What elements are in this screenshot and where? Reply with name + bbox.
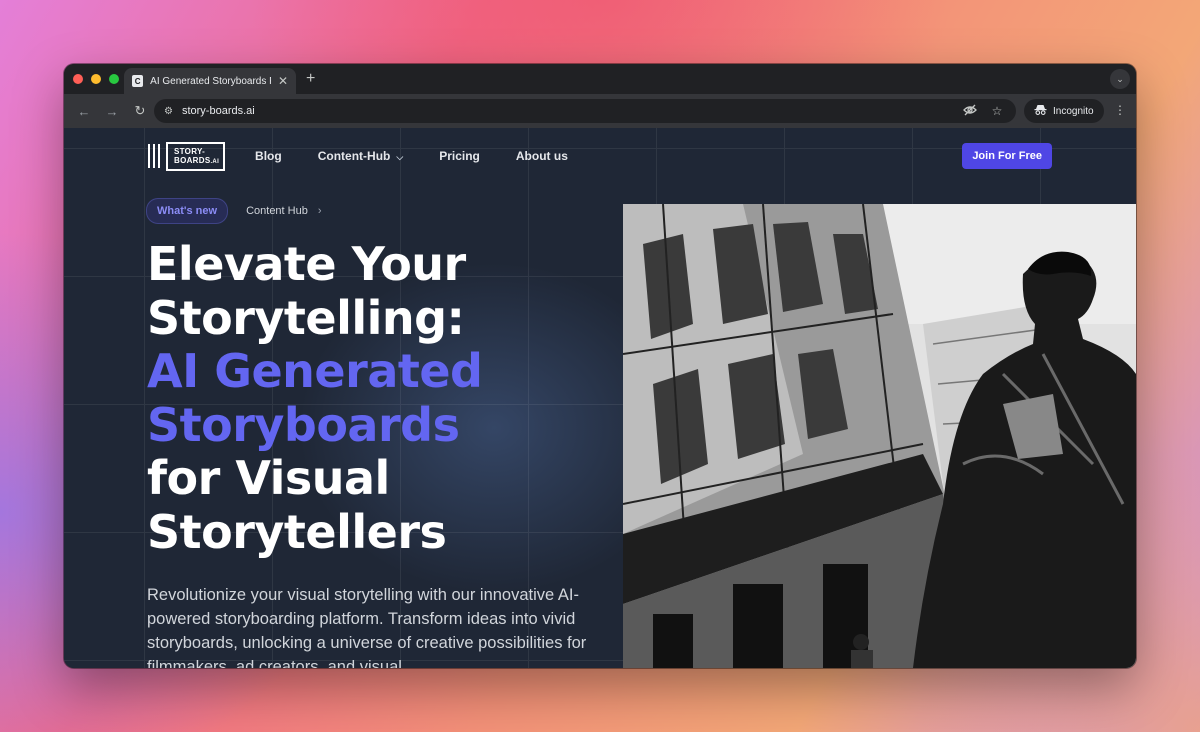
new-tab-button[interactable]: + xyxy=(306,70,315,88)
close-window-button[interactable] xyxy=(73,74,83,84)
hero-illustration xyxy=(623,204,1136,668)
hero-headline: Elevate Your Storytelling: AI Generated … xyxy=(147,237,617,559)
nav-content-hub-label: Content-Hub xyxy=(317,149,391,163)
main-nav: Blog Content-Hub ⌵ Pricing About us xyxy=(255,149,568,163)
minimize-window-button[interactable] xyxy=(91,74,101,84)
tab-strip: C AI Generated Storyboards For Visual St… xyxy=(64,64,1136,94)
arrow-left-icon[interactable]: ← xyxy=(72,99,96,123)
url-text[interactable]: story-boards.ai xyxy=(182,105,952,117)
arrow-right-icon[interactable]: → xyxy=(100,99,124,123)
maximize-window-button[interactable] xyxy=(109,74,119,84)
star-icon[interactable]: ☆ xyxy=(988,104,1006,118)
browser-tab[interactable]: C AI Generated Storyboards For Visual St… xyxy=(124,68,296,94)
chevron-right-icon: › xyxy=(317,205,322,217)
join-for-free-button[interactable]: Join For Free xyxy=(962,143,1052,169)
logo-suffix: .AI xyxy=(210,158,220,165)
eye-off-icon[interactable] xyxy=(961,104,979,119)
nav-pricing[interactable]: Pricing xyxy=(439,149,480,163)
content-hub-link[interactable]: Content Hub › xyxy=(246,205,321,217)
incognito-icon xyxy=(1034,104,1047,118)
storyboard-sketch-image xyxy=(623,204,1136,668)
favicon-icon: C xyxy=(132,75,144,87)
incognito-label: Incognito xyxy=(1053,105,1094,117)
close-tab-icon[interactable]: ✕ xyxy=(278,74,288,88)
browser-window: C AI Generated Storyboards For Visual St… xyxy=(64,64,1136,668)
announcement-row: What's new Content Hub › xyxy=(146,198,322,224)
content-hub-link-label: Content Hub xyxy=(246,205,308,217)
tab-title: AI Generated Storyboards For Visual Stor… xyxy=(150,75,271,87)
logo-line-1: STORY- xyxy=(174,146,206,156)
window-controls xyxy=(73,74,119,84)
headline-line-1: Elevate Your xyxy=(147,237,466,291)
nav-content-hub[interactable]: Content-Hub ⌵ xyxy=(318,149,403,163)
site-logo[interactable]: STORY- BOARDS.AI xyxy=(148,138,226,174)
tab-search-chevron-icon[interactable]: ⌄ xyxy=(1110,69,1130,89)
tune-icon[interactable]: ⚙ xyxy=(164,106,173,117)
chevron-down-icon: ⌵ xyxy=(396,152,404,162)
logo-line-2: BOARDS xyxy=(174,155,211,165)
reload-icon[interactable]: ↻ xyxy=(128,99,152,123)
headline-accent-2: Storyboards xyxy=(147,397,460,452)
headline-line-4: Storytellers xyxy=(147,504,447,559)
logo-bars-icon xyxy=(148,138,164,174)
whats-new-badge[interactable]: What's new xyxy=(146,198,229,224)
logo-wordmark: STORY- BOARDS.AI xyxy=(166,141,226,171)
kebab-menu-icon[interactable]: ⋮ xyxy=(1114,103,1126,117)
headline-line-3: for Visual xyxy=(147,451,390,505)
site-header: STORY- BOARDS.AI Blog Content-Hub ⌵ Prici… xyxy=(148,136,1052,176)
hero-description: Revolutionize your visual storytelling w… xyxy=(147,586,587,668)
incognito-badge[interactable]: Incognito xyxy=(1024,99,1104,123)
browser-toolbar: ← → ↻ ⚙ story-boards.ai ☆ Incognito ⋮ xyxy=(64,94,1136,128)
nav-blog[interactable]: Blog xyxy=(255,149,282,163)
headline-line-2: Storytelling: xyxy=(147,290,465,345)
web-page: STORY- BOARDS.AI Blog Content-Hub ⌵ Prici… xyxy=(64,128,1136,668)
address-bar[interactable]: ⚙ story-boards.ai ☆ xyxy=(154,99,1016,123)
nav-about[interactable]: About us xyxy=(516,149,568,163)
headline-accent-1: AI Generated xyxy=(147,344,483,398)
